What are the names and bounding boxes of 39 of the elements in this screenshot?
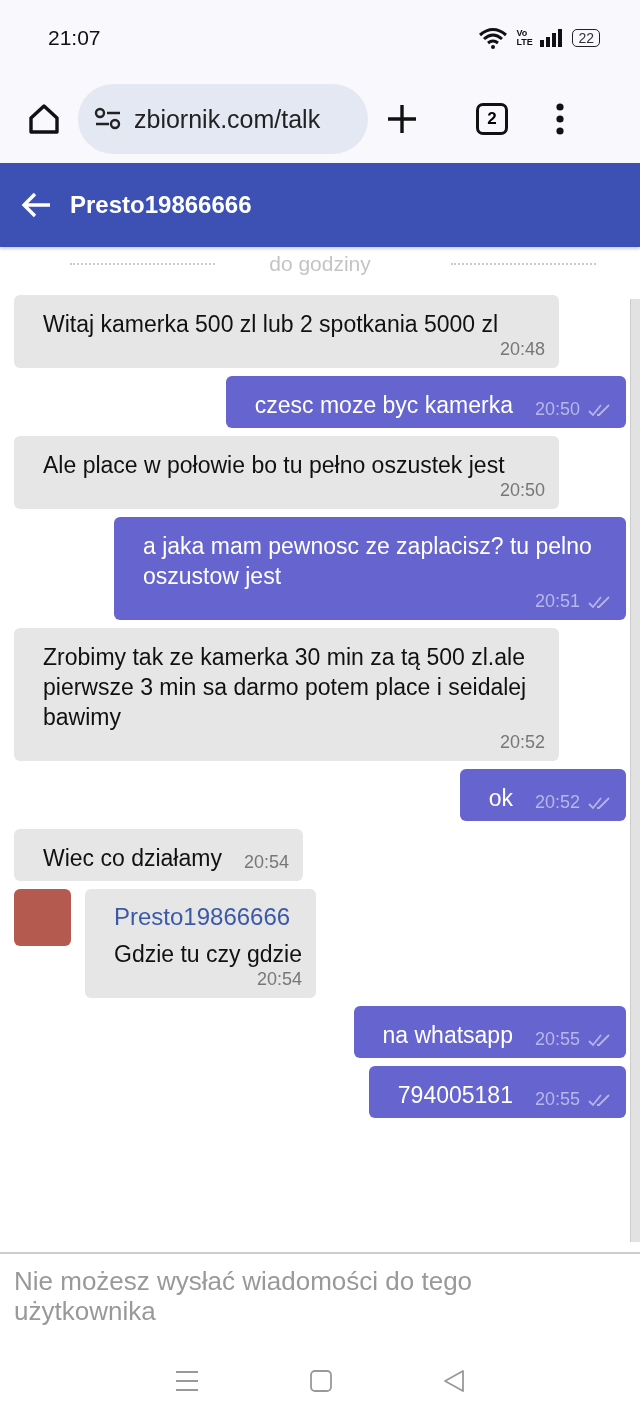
date-divider: do godziny [269,252,371,276]
battery-icon: 22 [572,28,600,47]
message-time: 20:50 [534,399,580,420]
disabled-message-notice: Nie możesz wysłać wiadomości do tego użytkownika [0,1252,640,1340]
message-time: 20:55 [534,1089,580,1110]
message-text: Ale place w połowie bo tu pełno oszustek jest [43,451,505,480]
message-time: 20:51 [534,591,580,612]
message-text: ok [488,784,513,813]
message-text: na whatsapp [382,1021,513,1050]
chat-title: Presto19866666 [70,191,252,219]
network-label: Vo LTE [516,28,533,47]
url-text: zbiornik.com/talk [134,104,321,134]
message-text: 794005181 [397,1081,513,1110]
message-text: Witaj kamerka 500 zl lub 2 spotkania 5000 zl [43,310,499,339]
status-time: 21:07 [48,25,101,50]
message-text: a jaka mam pewnosc ze zaplacisz? tu pelno oszustow jest [143,532,593,591]
sender-name[interactable]: Presto19866666 [114,903,302,931]
back-triangle-icon[interactable] [443,1369,465,1393]
message-time: 20:52 [534,792,580,813]
menu-icon[interactable] [175,1370,199,1392]
message-time: 20:48 [499,339,545,360]
wifi-icon [478,26,509,49]
message-text: Wiec co działamy [43,844,222,873]
signal-icon [540,28,565,47]
tab-count-button[interactable]: 2 [476,103,508,135]
home-square-icon[interactable] [309,1369,333,1393]
message-text: Gdzie tu czy gdzie [114,940,302,969]
message-text: Zrobimy tak ze kamerka 30 min za tą 500 zl.ale pierwsze 3 min sa darmo potem place i seidalej bawimy [43,643,528,732]
message-time: 20:52 [499,732,545,753]
message-time: 20:54 [243,852,289,873]
message-text: czesc moze byc kamerka [254,391,513,420]
more-icon[interactable] [555,103,565,135]
scroll-bar[interactable] [630,299,640,1242]
message-time: 20:50 [499,480,545,501]
message-time: 20:54 [256,969,302,990]
address-bar[interactable]: zbiornik.com/talk [78,84,368,154]
message-time: 20:55 [534,1029,580,1050]
back-button[interactable] [20,191,52,219]
site-settings-icon[interactable] [94,107,122,131]
